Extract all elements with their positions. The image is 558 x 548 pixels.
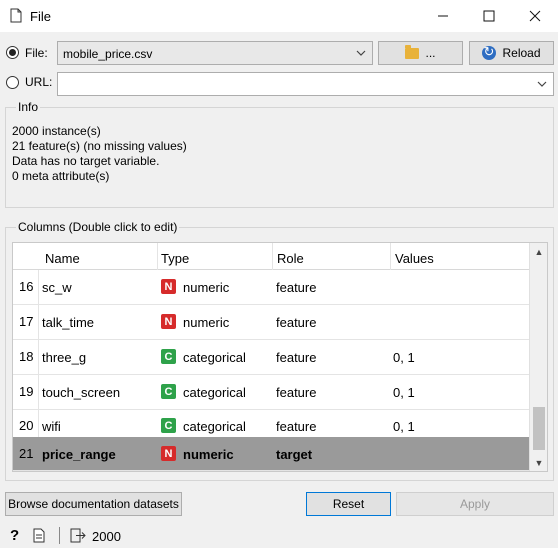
title-bar: File	[0, 0, 558, 32]
url-radio[interactable]	[6, 76, 19, 89]
row-number: 16	[19, 279, 34, 294]
column-name[interactable]: wifi	[42, 419, 61, 434]
reset-button[interactable]: Reset	[306, 492, 391, 516]
column-name[interactable]: three_g	[42, 350, 86, 365]
table-row[interactable]: 16 sc_w N numeric feature	[13, 270, 529, 305]
minimize-button[interactable]	[420, 0, 466, 32]
column-values[interactable]: 0, 1	[393, 385, 415, 400]
window-title: File	[30, 9, 51, 24]
apply-button[interactable]: Apply	[396, 492, 554, 516]
column-role[interactable]: feature	[276, 280, 316, 295]
report-icon[interactable]	[33, 528, 45, 543]
column-type[interactable]: numeric	[183, 315, 229, 330]
info-target: Data has no target variable.	[12, 154, 160, 168]
scroll-thumb[interactable]	[533, 407, 545, 450]
column-name[interactable]: talk_time	[42, 315, 94, 330]
column-type[interactable]: categorical	[183, 385, 246, 400]
row-number: 17	[19, 314, 34, 329]
file-label: File:	[25, 46, 48, 60]
maximize-icon	[483, 10, 495, 22]
browse-file-label: ...	[425, 46, 436, 60]
header-divider	[390, 243, 391, 270]
column-name[interactable]: price_range	[42, 447, 116, 462]
columns-group-title: Columns (Double click to edit)	[16, 220, 180, 234]
close-icon	[529, 10, 541, 22]
table-row-selected[interactable]: 21 price_range N numeric target	[13, 437, 529, 471]
browse-file-button[interactable]: ...	[378, 41, 463, 65]
table-row[interactable]: 18 three_g C categorical feature 0, 1	[13, 340, 529, 375]
vertical-scrollbar[interactable]: ▲ ▼	[529, 243, 547, 471]
column-type[interactable]: numeric	[183, 280, 229, 295]
status-divider	[59, 527, 60, 544]
status-bar: ? 2000	[0, 524, 558, 548]
file-combo[interactable]: mobile_price.csv	[57, 41, 373, 65]
column-role[interactable]: feature	[276, 385, 316, 400]
row-number: 18	[19, 349, 34, 364]
table-header: Name Type Role Values	[13, 243, 529, 270]
chevron-down-icon	[537, 81, 547, 87]
info-meta: 0 meta attribute(s)	[12, 169, 110, 183]
header-divider	[157, 243, 158, 270]
column-role[interactable]: target	[276, 447, 312, 462]
column-values[interactable]: 0, 1	[393, 350, 415, 365]
categorical-type-icon: C	[161, 418, 176, 433]
chevron-down-icon	[356, 50, 366, 56]
columns-table[interactable]: 16 sc_w N numeric feature 17 talk_time N…	[12, 242, 548, 472]
info-features: 21 feature(s) (no missing values)	[12, 139, 187, 153]
header-name[interactable]: Name	[45, 251, 80, 266]
column-values[interactable]: 0, 1	[393, 419, 415, 434]
column-role[interactable]: feature	[276, 419, 316, 434]
url-combo[interactable]	[57, 72, 554, 96]
row-number: 21	[19, 446, 34, 461]
header-divider	[272, 243, 273, 270]
info-instances: 2000 instance(s)	[12, 124, 101, 138]
document-icon	[10, 8, 22, 23]
numeric-type-icon: N	[161, 314, 176, 329]
file-radio[interactable]	[6, 46, 19, 59]
column-type[interactable]: numeric	[183, 447, 234, 462]
reload-icon	[482, 44, 497, 60]
column-name[interactable]: touch_screen	[42, 385, 120, 400]
maximize-button[interactable]	[466, 0, 512, 32]
column-name[interactable]: sc_w	[42, 280, 72, 295]
scroll-down-icon[interactable]: ▼	[530, 454, 547, 471]
header-values[interactable]: Values	[395, 251, 434, 266]
numeric-type-icon: N	[161, 446, 176, 461]
folder-icon	[405, 44, 420, 59]
output-icon	[70, 528, 86, 543]
table-row[interactable]: 17 talk_time N numeric feature	[13, 305, 529, 340]
output-count: 2000	[92, 529, 121, 544]
column-role[interactable]: feature	[276, 315, 316, 330]
reload-button[interactable]: Reload	[469, 41, 554, 65]
numeric-type-icon: N	[161, 279, 176, 294]
browse-docs-button[interactable]: Browse documentation datasets	[5, 492, 182, 516]
url-label: URL:	[25, 75, 53, 89]
close-button[interactable]	[512, 0, 558, 32]
minimize-icon	[438, 15, 448, 17]
column-type[interactable]: categorical	[183, 350, 246, 365]
scroll-up-icon[interactable]: ▲	[530, 243, 547, 260]
column-type[interactable]: categorical	[183, 419, 246, 434]
file-combo-value: mobile_price.csv	[63, 47, 153, 61]
help-icon[interactable]: ?	[10, 527, 19, 544]
row-number: 19	[19, 384, 34, 399]
reload-label: Reload	[502, 46, 541, 60]
column-role[interactable]: feature	[276, 350, 316, 365]
info-group-title: Info	[16, 100, 41, 114]
header-role[interactable]: Role	[277, 251, 304, 266]
table-row[interactable]: 19 touch_screen C categorical feature 0,…	[13, 375, 529, 410]
row-number: 20	[19, 418, 34, 433]
header-type[interactable]: Type	[161, 251, 189, 266]
categorical-type-icon: C	[161, 384, 176, 399]
categorical-type-icon: C	[161, 349, 176, 364]
